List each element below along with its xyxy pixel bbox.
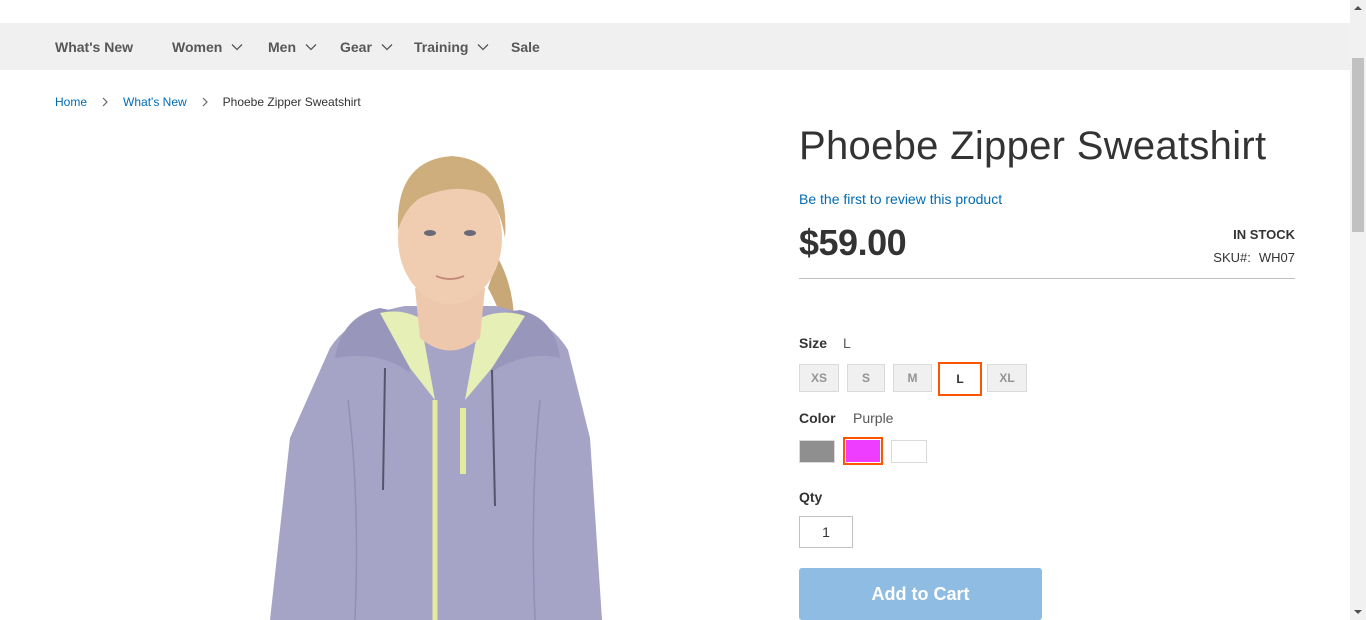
nav-item-label: Sale [511,38,540,55]
stock-status: In stock [1233,227,1295,242]
nav-item-label: Training [414,38,469,55]
nav-item-gear[interactable]: Gear [340,23,393,70]
header-top [0,0,1350,23]
product-photo [270,156,602,620]
color-label: Color [799,410,836,426]
sku: SKU#: WH07 [1213,250,1295,265]
breadcrumb-current: Phoebe Zipper Sweatshirt [222,95,361,109]
size-option-s[interactable]: S [847,364,885,392]
nav-item-label: Gear [340,38,372,55]
scrollbar-thumb[interactable] [1352,58,1364,232]
nav-item-sale[interactable]: Sale [511,23,540,70]
size-option-m[interactable]: M [893,364,932,392]
qty-input[interactable] [799,516,853,548]
color-selected-value: Purple [853,410,894,426]
nav-item-training[interactable]: Training [414,23,489,70]
main-navigation: What's New Women Men Gear Training Sale [0,23,1350,70]
size-option-xs[interactable]: XS [799,364,839,392]
product-image[interactable] [230,138,630,620]
nav-item-whats-new[interactable]: What's New [55,23,133,70]
color-swatch-white[interactable] [891,440,927,463]
chevron-down-icon [477,43,489,50]
nav-item-label: Men [268,38,296,55]
sku-label: SKU#: [1213,250,1251,265]
sku-value: WH07 [1258,250,1295,265]
color-swatch-gray[interactable] [799,440,835,463]
qty-label: Qty [799,489,823,505]
nav-item-men[interactable]: Men [268,23,317,70]
nav-item-women[interactable]: Women [172,23,243,70]
chevron-down-icon [231,43,243,50]
breadcrumb-category-link[interactable]: What's New [123,95,187,109]
chevron-right-icon [202,97,208,107]
review-link[interactable]: Be the first to review this product [799,191,1002,207]
nav-item-label: What's New [55,38,134,55]
breadcrumb: Home What's New Phoebe Zipper Sweatshirt [55,95,361,109]
size-label: Size [799,335,828,351]
nav-item-label: Women [172,38,223,55]
add-to-cart-label: Add to Cart [871,583,970,604]
scroll-down-arrow-icon[interactable] [1350,604,1366,620]
color-swatch-purple[interactable] [843,437,883,465]
size-option-l[interactable]: L [938,362,982,396]
size-option-xl[interactable]: XL [987,364,1027,392]
chevron-down-icon [305,43,317,50]
product-price: $59.00 [799,222,907,263]
breadcrumb-home-link[interactable]: Home [55,95,87,109]
divider [799,278,1295,279]
add-to-cart-button[interactable]: Add to Cart [799,568,1042,620]
chevron-right-icon [102,97,108,107]
chevron-down-icon [381,43,393,50]
product-title: Phoebe Zipper Sweatshirt [799,124,1267,168]
scroll-up-arrow-icon[interactable] [1350,0,1366,16]
size-selected-value: L [843,335,851,351]
